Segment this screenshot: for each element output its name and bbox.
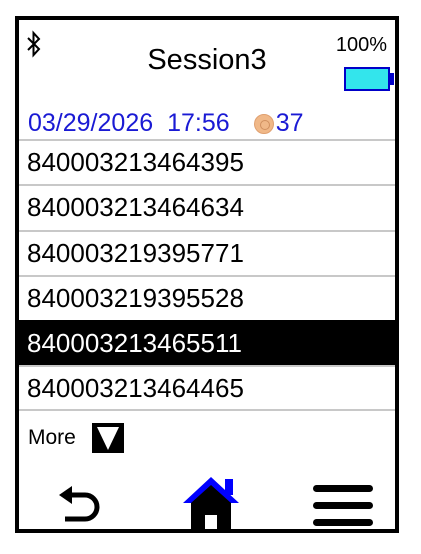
more-control: More bbox=[28, 423, 124, 453]
list-item-selected[interactable]: 840003213465511 bbox=[19, 320, 395, 366]
tag-list: 840003213464395 840003213464634 84000321… bbox=[19, 139, 395, 411]
list-item[interactable]: 840003213464634 bbox=[19, 184, 395, 230]
device-screen: Session3 100% 03/29/2026 17:56 37 840003… bbox=[15, 16, 399, 533]
battery-percent: 100% bbox=[335, 34, 387, 56]
list-item[interactable]: 840003213464395 bbox=[19, 139, 395, 185]
more-label: More bbox=[28, 426, 76, 449]
battery-tip bbox=[390, 73, 394, 85]
list-item[interactable]: 840003213464465 bbox=[19, 365, 395, 411]
home-icon[interactable] bbox=[181, 475, 241, 538]
status-date: 03/29/2026 bbox=[28, 109, 154, 137]
status-time: 17:56 bbox=[167, 109, 230, 137]
tag-count: 37 bbox=[275, 109, 304, 137]
coin-icon bbox=[253, 113, 274, 134]
list-item[interactable]: 840003219395528 bbox=[19, 274, 395, 321]
hamburger-menu-icon[interactable] bbox=[311, 483, 375, 534]
more-button[interactable] bbox=[91, 423, 124, 453]
list-item[interactable]: 840003219395771 bbox=[19, 229, 395, 275]
triangle-down-icon bbox=[96, 427, 119, 450]
bottom-nav bbox=[19, 475, 395, 535]
status-bar: 03/29/2026 17:56 37 bbox=[28, 109, 304, 138]
back-arrow-icon[interactable] bbox=[57, 483, 107, 532]
battery-icon bbox=[344, 67, 390, 91]
